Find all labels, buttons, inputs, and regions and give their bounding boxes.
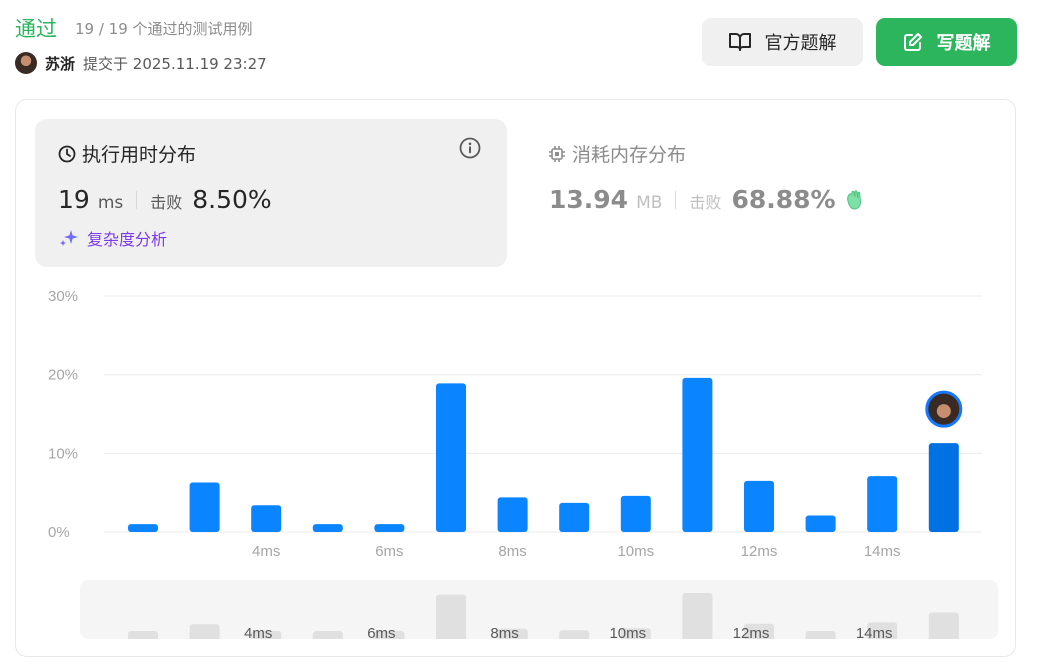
mini-chart-bar — [128, 631, 158, 639]
x-tick-label: 14ms — [864, 543, 901, 560]
mini-chart-bar — [436, 594, 466, 639]
mini-chart: 4ms 6ms 8ms 10ms 12ms 14ms — [128, 592, 959, 639]
chart-bar[interactable] — [682, 377, 713, 532]
mini-chart-bar — [189, 624, 220, 639]
y-tick-label: 0% — [48, 524, 70, 541]
chart-bar[interactable] — [744, 480, 774, 532]
chart-bar[interactable] — [128, 524, 158, 532]
y-tick-label: 30% — [48, 288, 78, 305]
chart-bar[interactable] — [312, 524, 343, 532]
mini-chart-bar — [805, 631, 836, 639]
x-tick-label: 12ms — [741, 543, 778, 560]
y-tick-label: 10% — [48, 445, 78, 462]
runtime-distribution-chart[interactable]: 30% 20% 10% 0% 4ms 6ms 8ms 10ms 12ms 14ms — [0, 0, 1062, 672]
avatar-face — [936, 404, 951, 419]
x-tick-label: 6ms — [375, 543, 403, 560]
x-tick-label: 10ms — [617, 543, 654, 560]
mini-chart-bar — [928, 612, 959, 639]
mini-chart-bar — [682, 592, 713, 639]
mini-x-tick-label: 14ms — [856, 625, 893, 639]
chart-bar[interactable] — [620, 495, 651, 532]
mini-x-tick-label: 12ms — [733, 625, 770, 639]
mini-x-tick-label: 8ms — [490, 625, 518, 639]
mini-x-tick-label: 10ms — [609, 625, 646, 639]
x-tick-label: 4ms — [252, 543, 280, 560]
mini-x-tick-label: 4ms — [244, 625, 272, 639]
chart-bar[interactable] — [805, 515, 836, 532]
chart-range-navigator[interactable]: 4ms 6ms 8ms 10ms 12ms 14ms — [80, 580, 998, 639]
mini-chart-bar — [312, 631, 343, 639]
chart-bar[interactable] — [436, 383, 466, 532]
y-tick-label: 20% — [48, 367, 78, 384]
chart-bar[interactable] — [559, 502, 590, 532]
chart-bar-current[interactable] — [928, 443, 959, 532]
chart-bar[interactable] — [189, 482, 220, 532]
chart-bar[interactable] — [251, 505, 282, 532]
mini-chart-bar — [559, 630, 590, 639]
chart-bar[interactable] — [497, 497, 528, 532]
mini-x-tick-label: 6ms — [367, 625, 395, 639]
x-tick-label: 8ms — [498, 543, 526, 560]
chart-bar[interactable] — [374, 524, 405, 532]
chart-bar[interactable] — [867, 476, 898, 532]
